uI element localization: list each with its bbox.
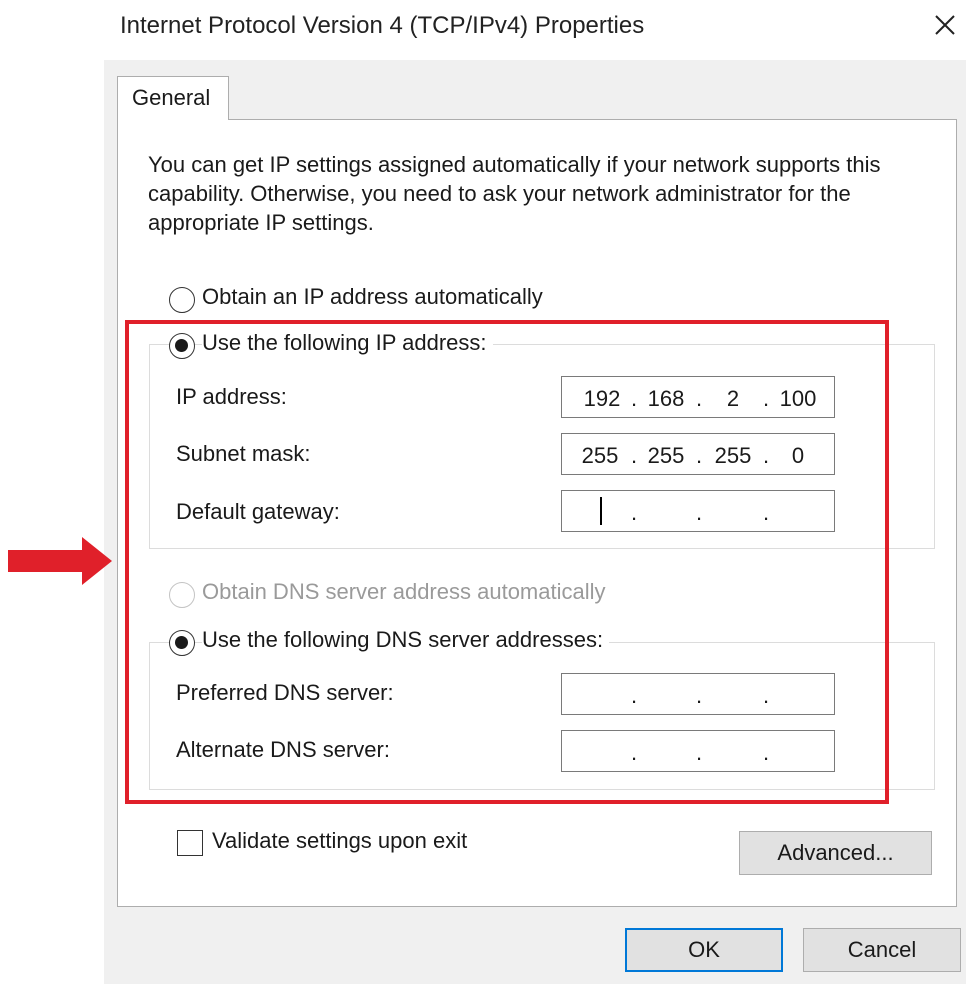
- cancel-button[interactable]: Cancel: [803, 928, 961, 972]
- background-margin: [0, 0, 104, 984]
- radio-obtain-ip-automatically[interactable]: [169, 287, 195, 313]
- highlight-box: [125, 320, 889, 804]
- validate-checkbox-label[interactable]: Validate settings upon exit: [212, 828, 467, 854]
- window-title: Internet Protocol Version 4 (TCP/IPv4) P…: [120, 12, 645, 39]
- close-icon[interactable]: [930, 10, 960, 40]
- tab-general[interactable]: General: [117, 76, 229, 120]
- intro-text: You can get IP settings assigned automat…: [148, 152, 881, 235]
- advanced-button[interactable]: Advanced...: [739, 831, 932, 875]
- radio-label-obtain-ip-automatically[interactable]: Obtain an IP address automatically: [202, 284, 549, 310]
- right-arrow-icon: [8, 537, 112, 585]
- ok-button[interactable]: OK: [625, 928, 783, 972]
- validate-checkbox[interactable]: [177, 830, 203, 856]
